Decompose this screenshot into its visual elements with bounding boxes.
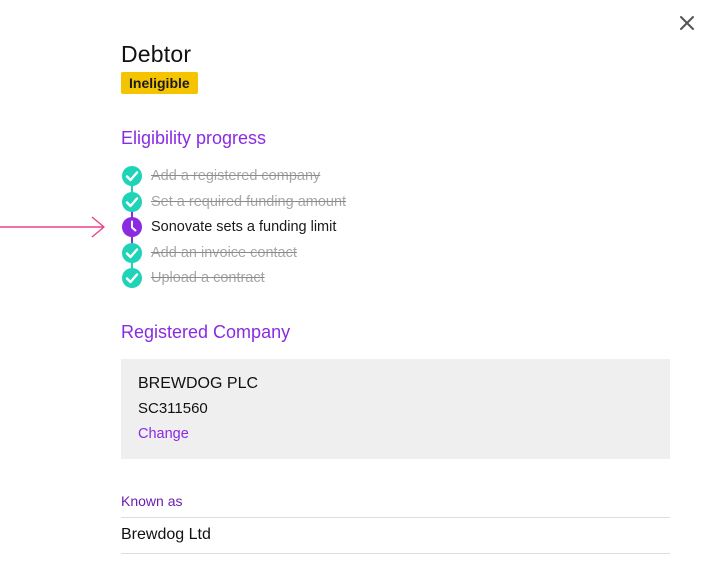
step-label: Add an invoice contact [151,245,297,261]
divider [121,517,670,518]
check-circle-icon [122,192,142,212]
step-upload-contract: Upload a contract [121,265,265,291]
check-circle-icon [122,268,142,288]
company-card: BREWDOG PLC SC311560 Change [121,359,670,459]
step-label: Set a required funding amount [151,194,347,210]
known-as-field[interactable]: Brewdog Ltd [121,526,670,544]
check-circle-icon [122,166,142,186]
status-badge: Ineligible [121,72,198,94]
close-button[interactable] [676,12,698,34]
step-label: Sonovate sets a funding limit [151,219,337,235]
divider [121,553,670,554]
page-title: Debtor [121,41,192,67]
eligibility-heading: Eligibility progress [121,128,267,148]
step-add-registered-company: Add a registered company [121,163,320,189]
company-name: BREWDOG PLC [138,375,259,392]
known-as-label: Known as [121,493,183,509]
close-icon [680,16,694,30]
clock-icon [122,217,142,237]
registered-company-heading: Registered Company [121,322,291,342]
step-set-funding-amount: Set a required funding amount [121,189,346,215]
check-circle-icon [122,243,142,263]
step-label: Add a registered company [151,168,321,184]
company-number: SC311560 [138,400,208,417]
step-funding-limit: Sonovate sets a funding limit [121,214,336,240]
pointer-arrow-icon [0,216,105,238]
step-add-invoice-contact: Add an invoice contact [121,240,297,266]
change-company-link[interactable]: Change [138,426,189,442]
step-label: Upload a contract [151,270,265,286]
